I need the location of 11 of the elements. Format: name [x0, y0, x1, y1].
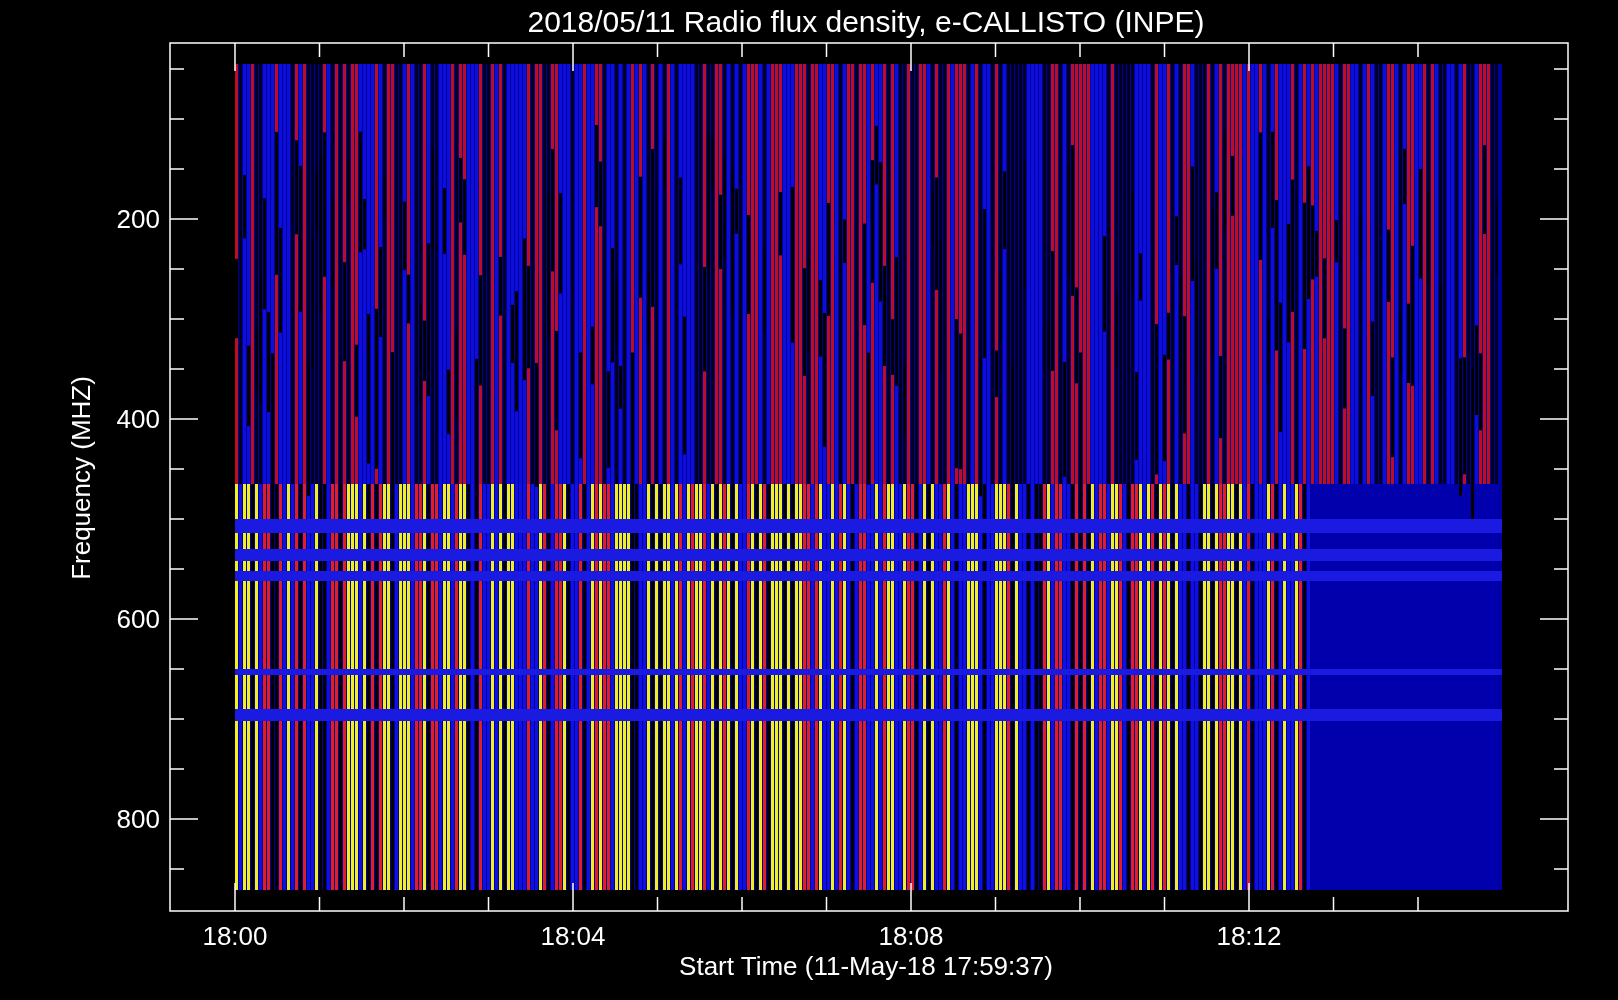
x-axis-label: Start Time (11-May-18 17:59:37) — [679, 951, 1053, 981]
y-tick-label: 400 — [116, 404, 160, 434]
plot-title: 2018/05/11 Radio flux density, e-CALLISTO (INPE) — [527, 5, 1205, 38]
y-axis-label: Frequency (MHZ) — [66, 376, 96, 580]
x-tick-label: 18:04 — [540, 921, 606, 951]
x-tick-label: 18:12 — [1216, 921, 1282, 951]
x-tick-label: 18:08 — [878, 921, 944, 951]
y-tick-label: 800 — [116, 804, 160, 834]
y-tick-label: 600 — [116, 604, 160, 634]
y-tick-label: 200 — [116, 204, 160, 234]
x-tick-label: 18:00 — [202, 921, 268, 951]
